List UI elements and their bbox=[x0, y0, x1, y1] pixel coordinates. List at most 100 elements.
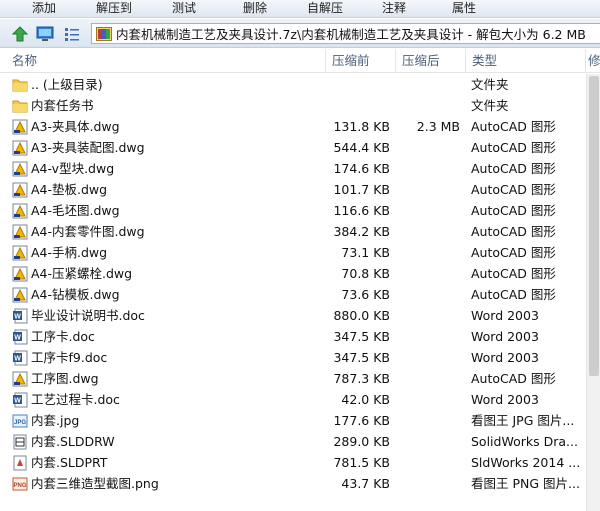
file-size bbox=[396, 242, 460, 263]
up-button[interactable] bbox=[10, 24, 30, 43]
file-row[interactable]: W工艺过程卡.doc42.0 KBWord 200320 bbox=[0, 389, 600, 410]
column-modified[interactable]: 修 bbox=[586, 49, 600, 73]
file-type: Word 2003 bbox=[471, 392, 539, 407]
add-button[interactable]: 添加 bbox=[32, 1, 56, 16]
view-details-button[interactable] bbox=[62, 24, 82, 43]
file-packed-size: 42.0 KB bbox=[341, 392, 390, 407]
file-packed-size: 177.6 KB bbox=[333, 413, 390, 428]
jpg-icon: JPG bbox=[12, 413, 28, 429]
column-packed[interactable]: 压缩前 bbox=[326, 49, 396, 73]
file-name: 毕业设计说明书.doc bbox=[31, 308, 145, 323]
file-type: SolidWorks Dra... bbox=[471, 434, 578, 449]
file-name-cell: 内套.SLDDRW bbox=[12, 431, 326, 452]
path-text: 内套机械制造工艺及夹具设计.7z\内套机械制造工艺及夹具设计 - 解包大小为 6… bbox=[116, 27, 586, 42]
file-size bbox=[396, 347, 460, 368]
file-name: A3-夹具装配图.dwg bbox=[31, 140, 145, 155]
file-name-cell: 内套.SLDPRT bbox=[12, 452, 326, 473]
file-packed-size: 787.3 KB bbox=[333, 371, 390, 386]
file-row[interactable]: 内套.SLDPRT781.5 KBSldWorks 2014 ...20 bbox=[0, 452, 600, 473]
path-field[interactable]: 内套机械制造工艺及夹具设计.7z\内套机械制造工艺及夹具设计 - 解包大小为 6… bbox=[91, 23, 600, 44]
properties-button[interactable]: 属性 bbox=[452, 1, 476, 16]
file-name: 工序图.dwg bbox=[31, 371, 99, 386]
file-type: AutoCAD 图形 bbox=[471, 119, 556, 134]
dwg-icon bbox=[12, 203, 28, 219]
file-size bbox=[396, 305, 460, 326]
file-row[interactable]: 内套.SLDDRW289.0 KBSolidWorks Dra...20 bbox=[0, 431, 600, 452]
file-packed-size: 384.2 KB bbox=[333, 224, 390, 239]
file-name-cell: A4-钻模板.dwg bbox=[12, 284, 326, 305]
file-row[interactable]: A4-压紧螺栓.dwg70.8 KBAutoCAD 图形20 bbox=[0, 263, 600, 284]
comment-button[interactable]: 注释 bbox=[382, 1, 406, 16]
file-name: 内套.SLDPRT bbox=[31, 455, 108, 470]
file-packed-size: 347.5 KB bbox=[333, 329, 390, 344]
svg-text:W: W bbox=[14, 397, 21, 404]
file-packed-size: 101.7 KB bbox=[333, 182, 390, 197]
png-icon: PNG bbox=[12, 476, 28, 492]
file-row[interactable]: A4-钻模板.dwg73.6 KBAutoCAD 图形20 bbox=[0, 284, 600, 305]
file-size bbox=[396, 200, 460, 221]
file-row[interactable]: A4-手柄.dwg73.1 KBAutoCAD 图形20 bbox=[0, 242, 600, 263]
file-packed-size: 544.4 KB bbox=[333, 140, 390, 155]
file-row[interactable]: A4-内套零件图.dwg384.2 KBAutoCAD 图形20 bbox=[0, 221, 600, 242]
file-row[interactable]: A4-垫板.dwg101.7 KBAutoCAD 图形20 bbox=[0, 179, 600, 200]
file-row[interactable]: W毕业设计说明书.doc880.0 KBWord 200320 bbox=[0, 305, 600, 326]
file-size bbox=[396, 158, 460, 179]
file-size bbox=[396, 410, 460, 431]
file-name: A4-手柄.dwg bbox=[31, 245, 108, 260]
monitor-icon bbox=[36, 26, 54, 41]
file-name: 内套.jpg bbox=[31, 413, 80, 428]
file-row[interactable]: JPG内套.jpg177.6 KB看图王 JPG 图片...20 bbox=[0, 410, 600, 431]
view-thumbnails-button[interactable] bbox=[35, 24, 55, 43]
file-type: AutoCAD 图形 bbox=[471, 182, 556, 197]
dwg-icon bbox=[12, 287, 28, 303]
file-name-cell: A4-v型块.dwg bbox=[12, 158, 326, 179]
file-name-cell: A4-压紧螺栓.dwg bbox=[12, 263, 326, 284]
sldprt-icon bbox=[12, 455, 28, 471]
file-row[interactable]: A4-毛坯图.dwg116.6 KBAutoCAD 图形20 bbox=[0, 200, 600, 221]
archive-icon bbox=[96, 26, 112, 41]
file-name-cell: JPG 内套.jpg bbox=[12, 410, 326, 431]
file-type: AutoCAD 图形 bbox=[471, 287, 556, 302]
file-row[interactable]: A3-夹具体.dwg131.8 KB2.3 MBAutoCAD 图形20 bbox=[0, 116, 600, 137]
file-row[interactable]: W工序卡.doc347.5 KBWord 200320 bbox=[0, 326, 600, 347]
file-row[interactable]: A3-夹具装配图.dwg544.4 KBAutoCAD 图形20 bbox=[0, 137, 600, 158]
column-name[interactable]: 名称 bbox=[0, 49, 326, 73]
file-type: Word 2003 bbox=[471, 329, 539, 344]
file-row[interactable]: .. (上级目录) 文件夹 bbox=[0, 74, 600, 95]
file-name: A4-毛坯图.dwg bbox=[31, 203, 120, 218]
file-packed-size: 174.6 KB bbox=[333, 161, 390, 176]
file-size bbox=[396, 221, 460, 242]
file-name: 内套.SLDDRW bbox=[31, 434, 115, 449]
file-row[interactable]: W工序卡f9.doc347.5 KBWord 200320 bbox=[0, 347, 600, 368]
file-name: A4-v型块.dwg bbox=[31, 161, 115, 176]
file-name: 工艺过程卡.doc bbox=[31, 392, 120, 407]
svg-text:W: W bbox=[14, 334, 21, 341]
file-packed-size: 43.7 KB bbox=[341, 476, 390, 491]
file-type: AutoCAD 图形 bbox=[471, 203, 556, 218]
file-size bbox=[396, 452, 460, 473]
file-size bbox=[396, 284, 460, 305]
file-name: A4-压紧螺栓.dwg bbox=[31, 266, 133, 281]
file-row[interactable]: 内套任务书文件夹20 bbox=[0, 95, 600, 116]
delete-button[interactable]: 删除 bbox=[243, 1, 267, 16]
extract-to-button[interactable]: 解压到 bbox=[96, 1, 132, 16]
dwg-icon bbox=[12, 371, 28, 387]
dwg-icon bbox=[12, 161, 28, 177]
vertical-scrollbar[interactable] bbox=[586, 74, 600, 511]
file-packed-size: 880.0 KB bbox=[333, 308, 390, 323]
test-button[interactable]: 测试 bbox=[172, 1, 196, 16]
svg-text:PNG: PNG bbox=[13, 483, 26, 489]
file-size bbox=[396, 137, 460, 158]
file-row[interactable]: PNG内套三维造型截图.png43.7 KB看图王 PNG 图片...20 bbox=[0, 473, 600, 494]
sfx-button[interactable]: 自解压 bbox=[307, 1, 343, 16]
file-type: SldWorks 2014 ... bbox=[471, 455, 581, 470]
file-packed-size: 116.6 KB bbox=[333, 203, 390, 218]
column-type[interactable]: 类型 bbox=[466, 49, 586, 73]
scrollbar-thumb[interactable] bbox=[589, 76, 599, 376]
column-size[interactable]: 压缩后 bbox=[396, 49, 466, 73]
file-name: A3-夹具体.dwg bbox=[31, 119, 120, 134]
doc-icon: W bbox=[12, 329, 28, 345]
file-size bbox=[396, 431, 460, 452]
file-row[interactable]: 工序图.dwg787.3 KBAutoCAD 图形20 bbox=[0, 368, 600, 389]
file-row[interactable]: A4-v型块.dwg174.6 KBAutoCAD 图形20 bbox=[0, 158, 600, 179]
